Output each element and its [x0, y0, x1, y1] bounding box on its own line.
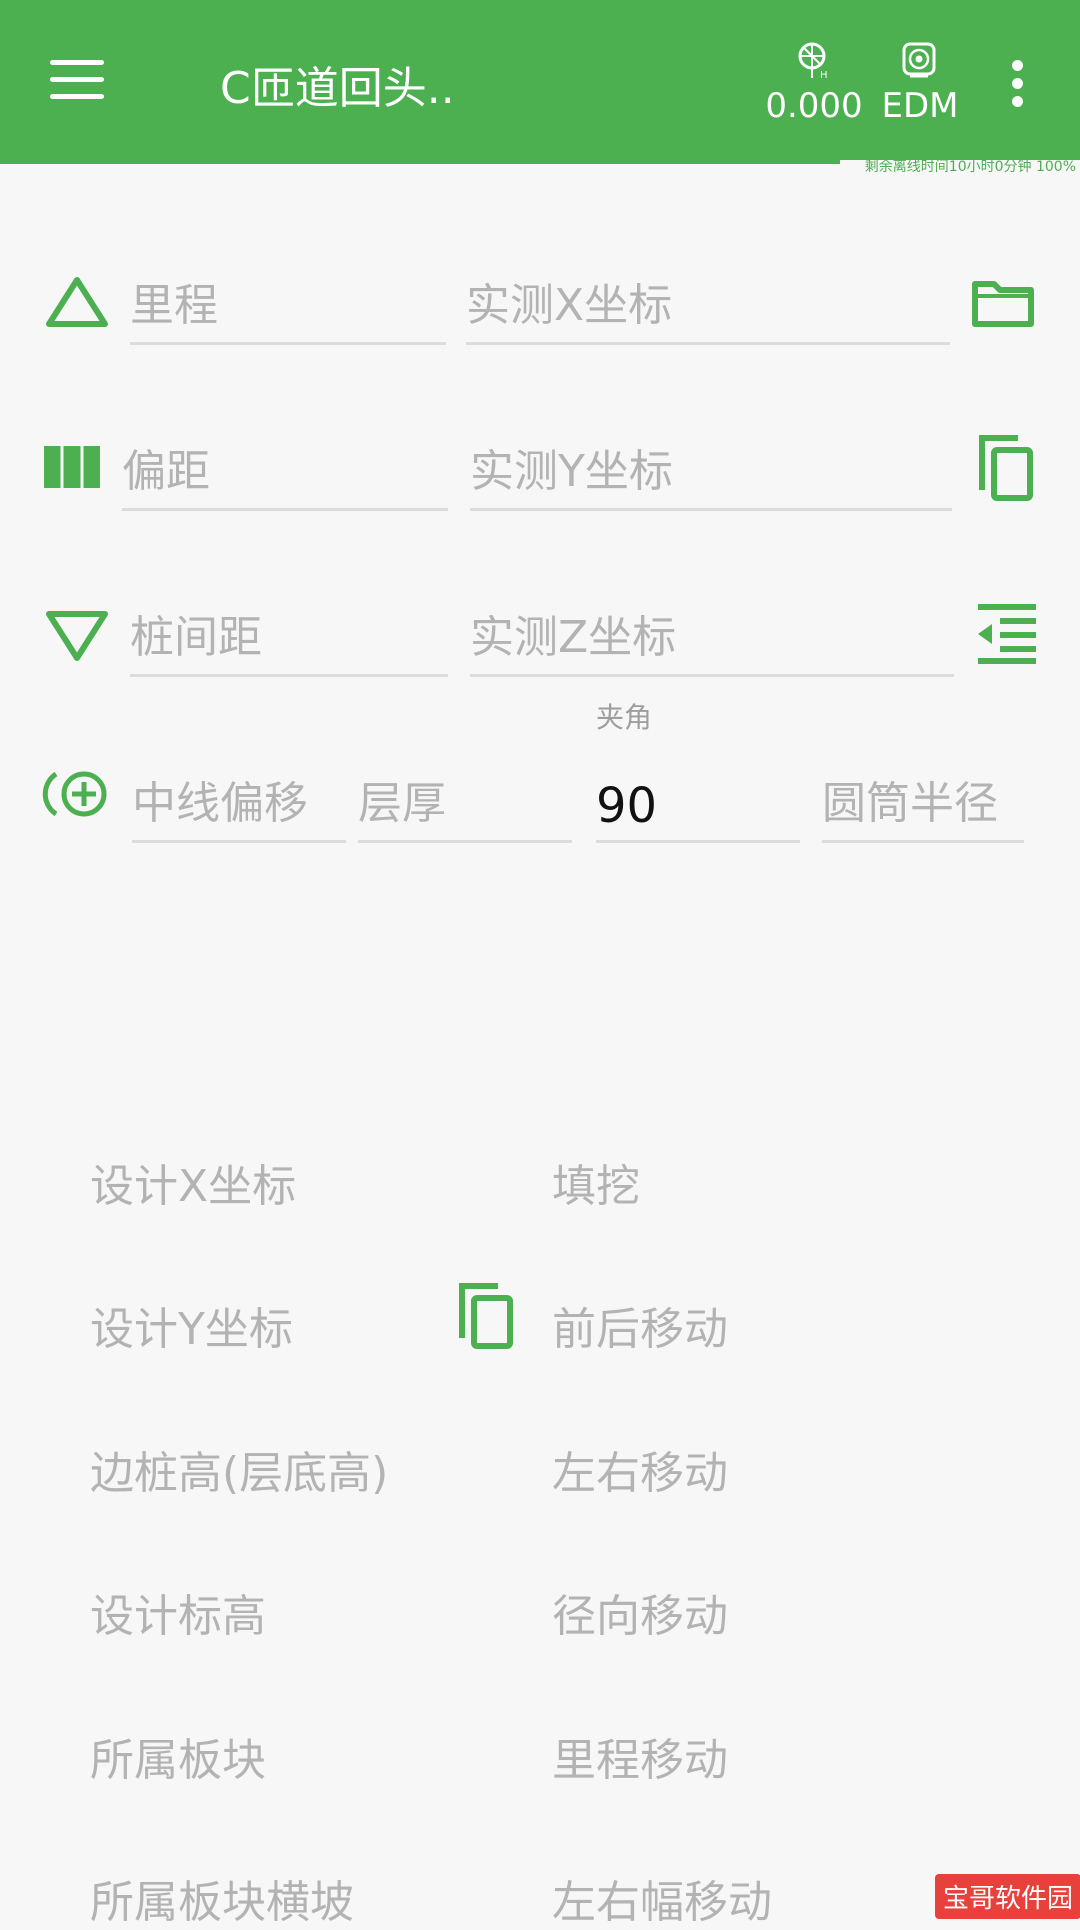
- watermark: 宝哥软件园: [935, 1874, 1080, 1919]
- edm-icon: [902, 42, 936, 78]
- design-y-label: 设计Y坐标: [90, 1304, 293, 1355]
- centerline-offset-input[interactable]: [132, 778, 346, 829]
- tilt-sensor-icon: H: [798, 42, 828, 80]
- folder-icon[interactable]: [970, 274, 1036, 330]
- angle-field[interactable]: 90: [596, 770, 800, 843]
- offset-field[interactable]: [122, 438, 448, 511]
- half-width-move-label: 左右幅移动: [552, 1877, 772, 1928]
- triangle-up-icon[interactable]: [44, 274, 110, 330]
- mileage-field[interactable]: [130, 272, 446, 345]
- design-elevation-label: 设计标高: [90, 1591, 266, 1642]
- cylinder-radius-input[interactable]: [822, 778, 1024, 829]
- block-label: 所属板块: [90, 1735, 266, 1786]
- svg-text:H: H: [820, 70, 828, 80]
- columns-icon[interactable]: [42, 444, 102, 490]
- indent-list-icon[interactable]: [976, 602, 1038, 664]
- mileage-move-label: 里程移动: [552, 1735, 728, 1786]
- edm-label: EDM: [881, 86, 959, 126]
- more-vert-icon[interactable]: [1006, 60, 1028, 107]
- measured-x-input[interactable]: [466, 280, 950, 331]
- left-right-move-label: 左右移动: [552, 1448, 728, 1499]
- app-bar: C匝道回头.. H 0.000 EDM: [0, 0, 1080, 160]
- design-x-label: 设计X坐标: [90, 1161, 297, 1212]
- offset-input[interactable]: [122, 446, 448, 497]
- layer-thickness-field[interactable]: [358, 770, 572, 843]
- side-pile-height-label: 边桩高(层底高): [90, 1448, 389, 1499]
- measured-z-field[interactable]: [470, 604, 954, 677]
- angle-value[interactable]: 90: [596, 778, 657, 834]
- centerline-offset-field[interactable]: [132, 770, 346, 843]
- page-title[interactable]: C匝道回头..: [220, 52, 455, 116]
- layer-thickness-input[interactable]: [358, 778, 572, 829]
- block-cross-slope-label: 所属板块横坡: [90, 1877, 354, 1928]
- offline-progress-line: [0, 160, 840, 164]
- cylinder-radius-field[interactable]: [822, 770, 1024, 843]
- mileage-input[interactable]: [130, 280, 446, 331]
- offline-time-text: 剩余离线时间10小时0分钟 100%: [864, 159, 1076, 175]
- measured-z-input[interactable]: [470, 612, 954, 663]
- tilt-value: 0.000: [765, 86, 863, 126]
- pile-spacing-field[interactable]: [130, 604, 448, 677]
- tilt-status[interactable]: H 0.000: [754, 40, 874, 126]
- measured-y-field[interactable]: [470, 438, 952, 511]
- angle-label: 夹角: [596, 701, 653, 734]
- edm-status[interactable]: EDM: [860, 40, 980, 126]
- triangle-down-icon[interactable]: [44, 608, 110, 664]
- front-back-move-label: 前后移动: [552, 1304, 728, 1355]
- copy-icon[interactable]: [454, 1278, 518, 1352]
- measured-y-input[interactable]: [470, 446, 952, 497]
- menu-icon[interactable]: [50, 60, 104, 100]
- radial-move-label: 径向移动: [552, 1591, 728, 1642]
- copy-icon[interactable]: [974, 430, 1038, 504]
- cut-fill-label: 填挖: [552, 1161, 640, 1212]
- measured-x-field[interactable]: [466, 272, 950, 345]
- add-target-icon[interactable]: [42, 764, 114, 824]
- pile-spacing-input[interactable]: [130, 612, 448, 663]
